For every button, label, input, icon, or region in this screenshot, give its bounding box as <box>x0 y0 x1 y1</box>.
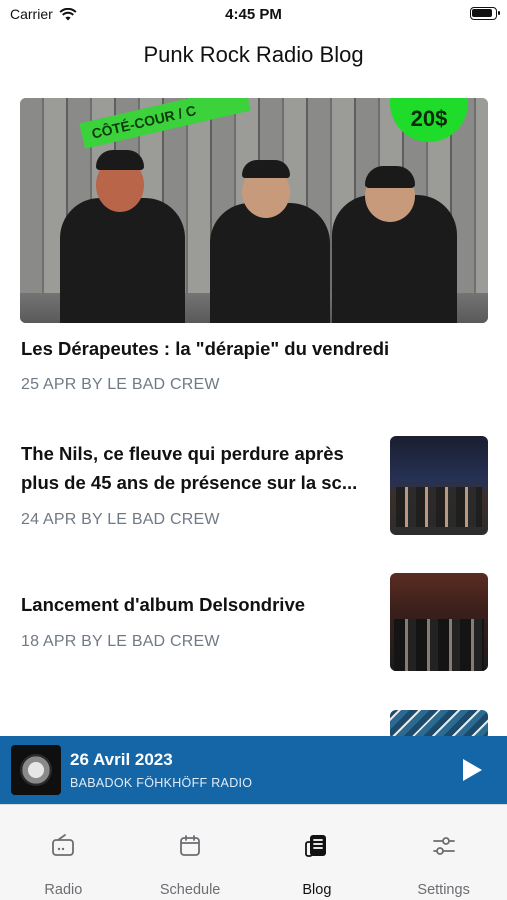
tab-label: Schedule <box>159 882 221 898</box>
tab-label: Radio <box>44 882 83 898</box>
tab-label: Settings <box>417 882 470 898</box>
now-playing-subtitle: BABADOK FÖHKHÖFF RADIO <box>70 776 253 790</box>
sliders-icon <box>432 837 455 855</box>
post-meta: 18 APR BY LE BAD CREW <box>21 633 220 650</box>
tab-bar: Radio Schedule Blog Settings <box>0 804 507 900</box>
post-title[interactable]: Lancement d'album Delsondrive <box>21 590 381 619</box>
battery-icon <box>470 7 500 20</box>
post-title-line: The Nils, ce fleuve qui perdure après <box>21 443 344 464</box>
band-member-center <box>210 203 330 323</box>
band-member-left-hat <box>96 150 144 170</box>
post-title[interactable]: The Nils, ce fleuve qui perdure après pl… <box>21 439 381 497</box>
post-thumbnail[interactable] <box>390 436 488 535</box>
post-featured-image[interactable]: CÔTÉ-COUR / C 20$ <box>20 98 488 323</box>
tab-radio[interactable]: Radio <box>0 805 127 900</box>
post-meta: 24 APR BY LE BAD CREW <box>21 511 220 528</box>
now-playing-bar[interactable]: 26 Avril 2023 BABADOK FÖHKHÖFF RADIO <box>0 736 507 804</box>
band-member-left <box>60 198 185 323</box>
tab-blog[interactable]: Blog <box>254 805 381 900</box>
post-meta: 25 APR BY LE BAD CREW <box>21 376 220 393</box>
blog-icon <box>304 835 326 857</box>
post-thumbnail[interactable] <box>390 573 488 671</box>
thumbnail-crowd <box>394 619 484 671</box>
post-title[interactable]: Les Dérapeutes : la "dérapie" du vendred… <box>21 334 487 363</box>
status-bar: Carrier 4:45 PM <box>0 0 507 30</box>
tab-settings[interactable]: Settings <box>380 805 507 900</box>
now-playing-artwork <box>11 745 61 795</box>
page-title: Punk Rock Radio Blog <box>143 42 364 67</box>
play-icon[interactable] <box>461 758 483 782</box>
status-time: 4:45 PM <box>225 6 282 23</box>
band-member-right-hat <box>365 166 415 188</box>
now-playing-title: 26 Avril 2023 <box>70 750 173 769</box>
band-member-center-hat <box>242 160 290 178</box>
tab-label: Blog <box>302 882 332 898</box>
calendar-icon <box>180 835 201 856</box>
radio-icon <box>52 834 75 856</box>
tab-schedule[interactable]: Schedule <box>127 805 254 900</box>
thumbnail-crowd <box>396 487 482 527</box>
post-title-line: plus de 45 ans de présence sur la sc... <box>21 472 358 493</box>
